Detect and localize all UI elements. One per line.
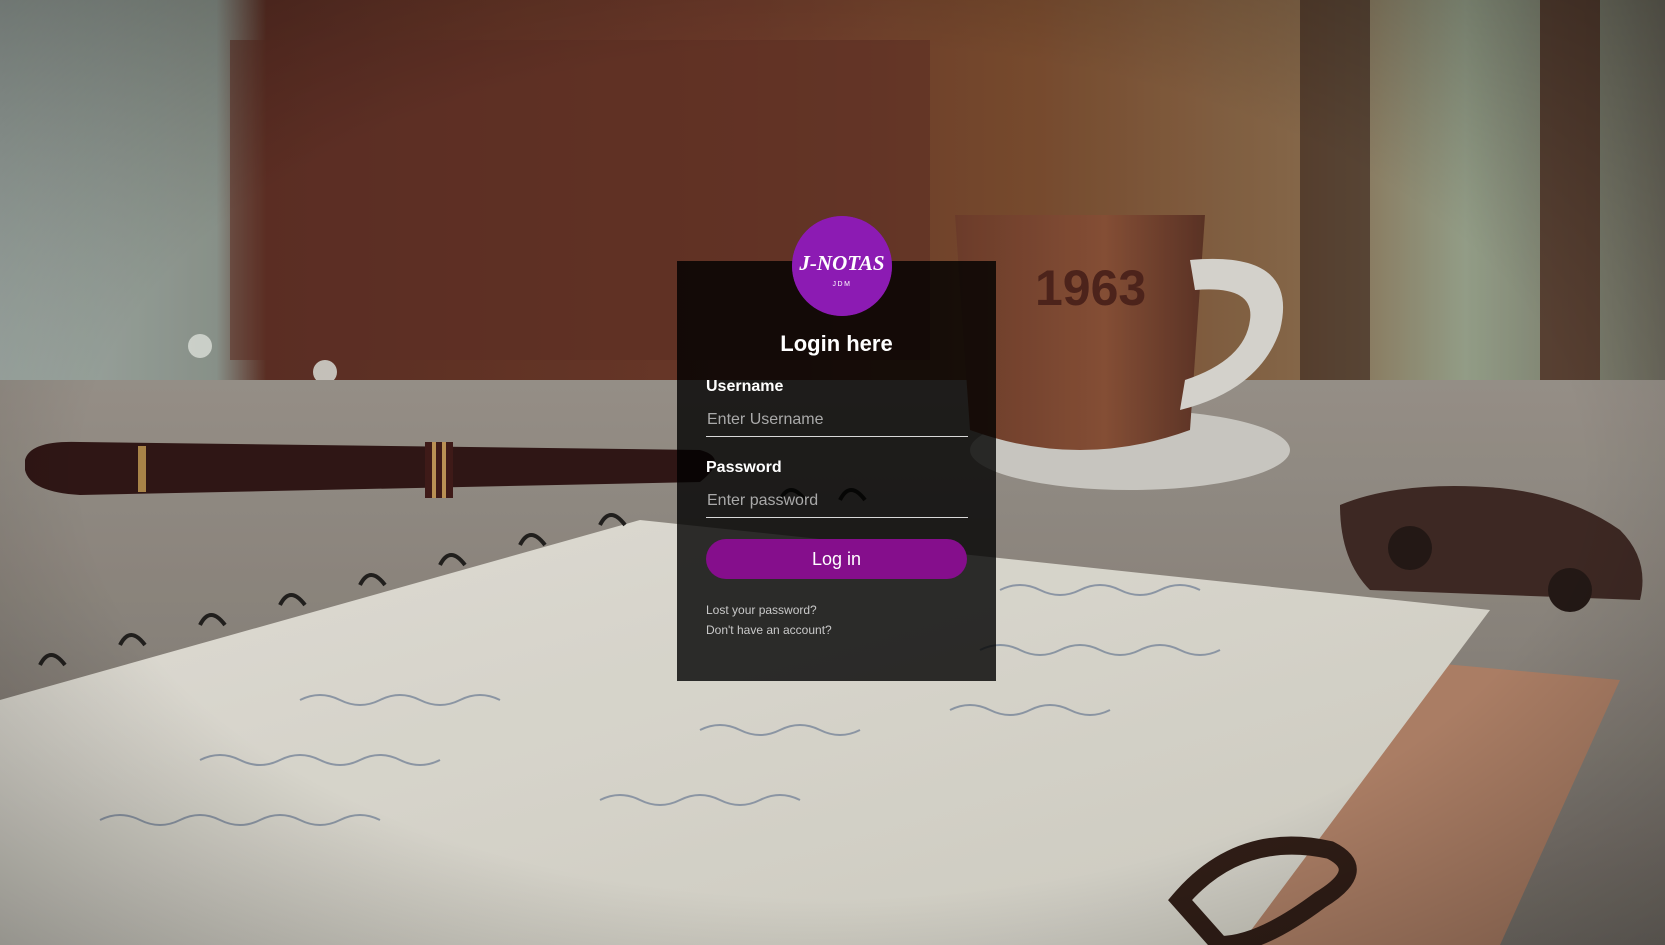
logo-graphic: J-NOTAS JDM <box>792 216 892 316</box>
username-label: Username <box>706 378 784 395</box>
logo-text: J-NOTAS <box>798 251 884 275</box>
login-page: 1963 <box>0 0 1665 945</box>
login-box: J-NOTAS JDM Login here Username Password… <box>677 216 996 681</box>
logo-subtext: JDM <box>833 281 852 288</box>
login-button[interactable]: Log in <box>706 539 967 579</box>
password-input[interactable] <box>706 485 968 518</box>
lost-password-link[interactable]: Lost your password? <box>706 603 817 617</box>
j-notas-logo: J-NOTAS JDM <box>792 216 892 316</box>
username-input[interactable] <box>706 404 968 437</box>
signup-link[interactable]: Don't have an account? <box>706 623 832 637</box>
password-label: Password <box>706 459 782 476</box>
login-title: Login here <box>780 331 893 356</box>
